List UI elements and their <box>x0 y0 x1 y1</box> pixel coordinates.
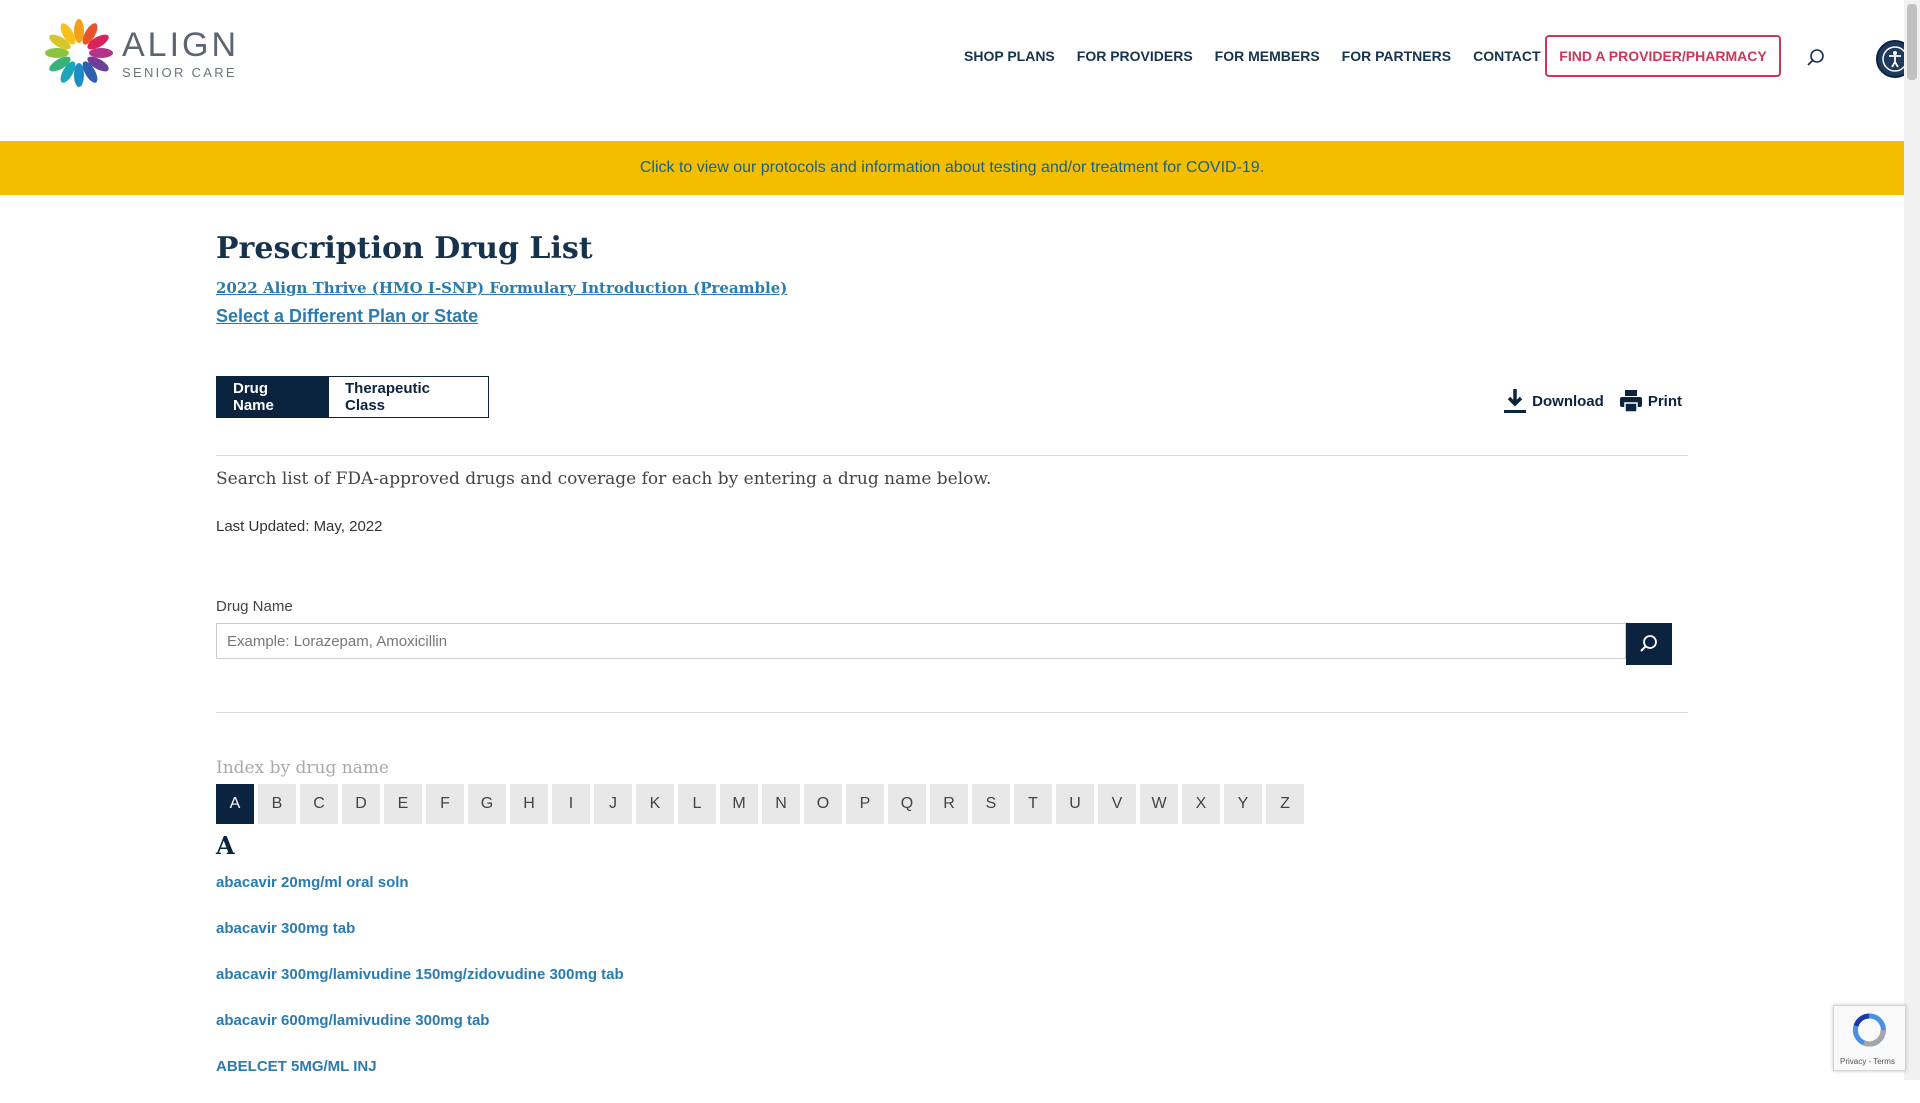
nav-for-providers[interactable]: FOR PROVIDERS <box>1077 48 1193 64</box>
search-mode-tabs: Drug Name Therapeutic Class <box>216 376 489 418</box>
letter-v[interactable]: V <box>1098 784 1136 824</box>
letter-k[interactable]: K <box>636 784 674 824</box>
list-item[interactable]: abacavir 20mg/ml oral soln <box>216 873 624 919</box>
main-nav: SHOP PLANS FOR PROVIDERS FOR MEMBERS FOR… <box>964 48 1586 64</box>
recaptcha-terms[interactable]: Privacy - Terms <box>1840 1057 1895 1066</box>
list-item[interactable]: abacavir 600mg/lamivudine 300mg tab <box>216 1011 624 1057</box>
last-updated: Last Updated: May, 2022 <box>216 518 383 535</box>
document-actions: Download Print <box>1502 387 1682 415</box>
download-label: Download <box>1532 392 1604 410</box>
letter-l[interactable]: L <box>678 784 716 824</box>
letter-a[interactable]: A <box>216 784 254 824</box>
logo-sub-text: SENIOR CARE <box>122 64 237 80</box>
covid-banner-text[interactable]: Click to view our protocols and informat… <box>640 159 1264 177</box>
letter-f[interactable]: F <box>426 784 464 824</box>
page-title: Prescription Drug List <box>216 231 593 266</box>
letter-d[interactable]: D <box>342 784 380 824</box>
drug-name-label: Drug Name <box>216 598 293 615</box>
covid-banner[interactable]: Click to view our protocols and informat… <box>0 141 1904 195</box>
letter-r[interactable]: R <box>930 784 968 824</box>
find-provider-button[interactable]: FIND A PROVIDER/PHARMACY <box>1545 35 1781 77</box>
letter-m[interactable]: M <box>720 784 758 824</box>
letter-z[interactable]: Z <box>1266 784 1304 824</box>
drug-list: abacavir 20mg/ml oral soln abacavir 300m… <box>216 873 624 1103</box>
select-plan-link[interactable]: Select a Different Plan or State <box>216 306 478 327</box>
list-item[interactable]: abacavir 300mg tab <box>216 919 624 965</box>
tab-therapeutic-class[interactable]: Therapeutic Class <box>328 376 489 418</box>
print-label: Print <box>1647 392 1682 410</box>
alphabet-index: A B C D E F G H I J K L M N O P Q R S T … <box>216 784 1304 824</box>
site-header: ALIGN SENIOR CARE SHOP PLANS FOR PROVIDE… <box>0 0 1914 141</box>
letter-n[interactable]: N <box>762 784 800 824</box>
letter-g[interactable]: G <box>468 784 506 824</box>
nav-for-members[interactable]: FOR MEMBERS <box>1215 48 1320 64</box>
drug-search-button[interactable] <box>1626 623 1672 665</box>
letter-w[interactable]: W <box>1140 784 1178 824</box>
download-button[interactable]: Download <box>1502 387 1604 415</box>
letter-c[interactable]: C <box>300 784 338 824</box>
search-icon <box>1640 635 1657 652</box>
search-icon[interactable] <box>1806 48 1826 68</box>
preamble-link[interactable]: 2022 Align Thrive (HMO I-SNP) Formulary … <box>216 279 787 297</box>
drug-name-search-input[interactable] <box>216 623 1626 659</box>
logo-main-text: ALIGN <box>122 25 240 64</box>
letter-q[interactable]: Q <box>888 784 926 824</box>
letter-h[interactable]: H <box>510 784 548 824</box>
align-logo[interactable]: ALIGN SENIOR CARE <box>44 18 239 88</box>
letter-b[interactable]: B <box>258 784 296 824</box>
printer-icon <box>1619 390 1642 413</box>
letter-o[interactable]: O <box>804 784 842 824</box>
recaptcha-badge[interactable]: Privacy - Terms <box>1833 1005 1906 1071</box>
letter-j[interactable]: J <box>594 784 632 824</box>
letter-p[interactable]: P <box>846 784 884 824</box>
download-icon <box>1504 389 1527 413</box>
letter-e[interactable]: E <box>384 784 422 824</box>
logo-text: ALIGN SENIOR CARE <box>122 28 239 79</box>
nav-shop-plans[interactable]: SHOP PLANS <box>964 48 1055 64</box>
letter-u[interactable]: U <box>1056 784 1094 824</box>
print-button[interactable]: Print <box>1618 388 1682 414</box>
tab-drug-name[interactable]: Drug Name <box>216 376 328 418</box>
scrollbar-thumb[interactable] <box>1907 4 1917 80</box>
index-label: Index by drug name <box>216 758 389 778</box>
letter-y[interactable]: Y <box>1224 784 1262 824</box>
divider <box>216 712 1688 713</box>
list-item[interactable]: abacavir 300mg/lamivudine 150mg/zidovudi… <box>216 965 624 1011</box>
letter-t[interactable]: T <box>1014 784 1052 824</box>
letter-s[interactable]: S <box>972 784 1010 824</box>
page-scrollbar[interactable] <box>1904 0 1920 1080</box>
section-heading: A <box>216 831 235 860</box>
search-description: Search list of FDA-approved drugs and co… <box>216 469 992 489</box>
recaptcha-icon <box>1852 1013 1886 1047</box>
nav-for-partners[interactable]: FOR PARTNERS <box>1342 48 1451 64</box>
letter-i[interactable]: I <box>552 784 590 824</box>
letter-x[interactable]: X <box>1182 784 1220 824</box>
list-item[interactable]: ABELCET 5MG/ML INJ <box>216 1057 624 1103</box>
flower-logo-icon <box>45 19 113 87</box>
divider <box>216 455 1688 456</box>
